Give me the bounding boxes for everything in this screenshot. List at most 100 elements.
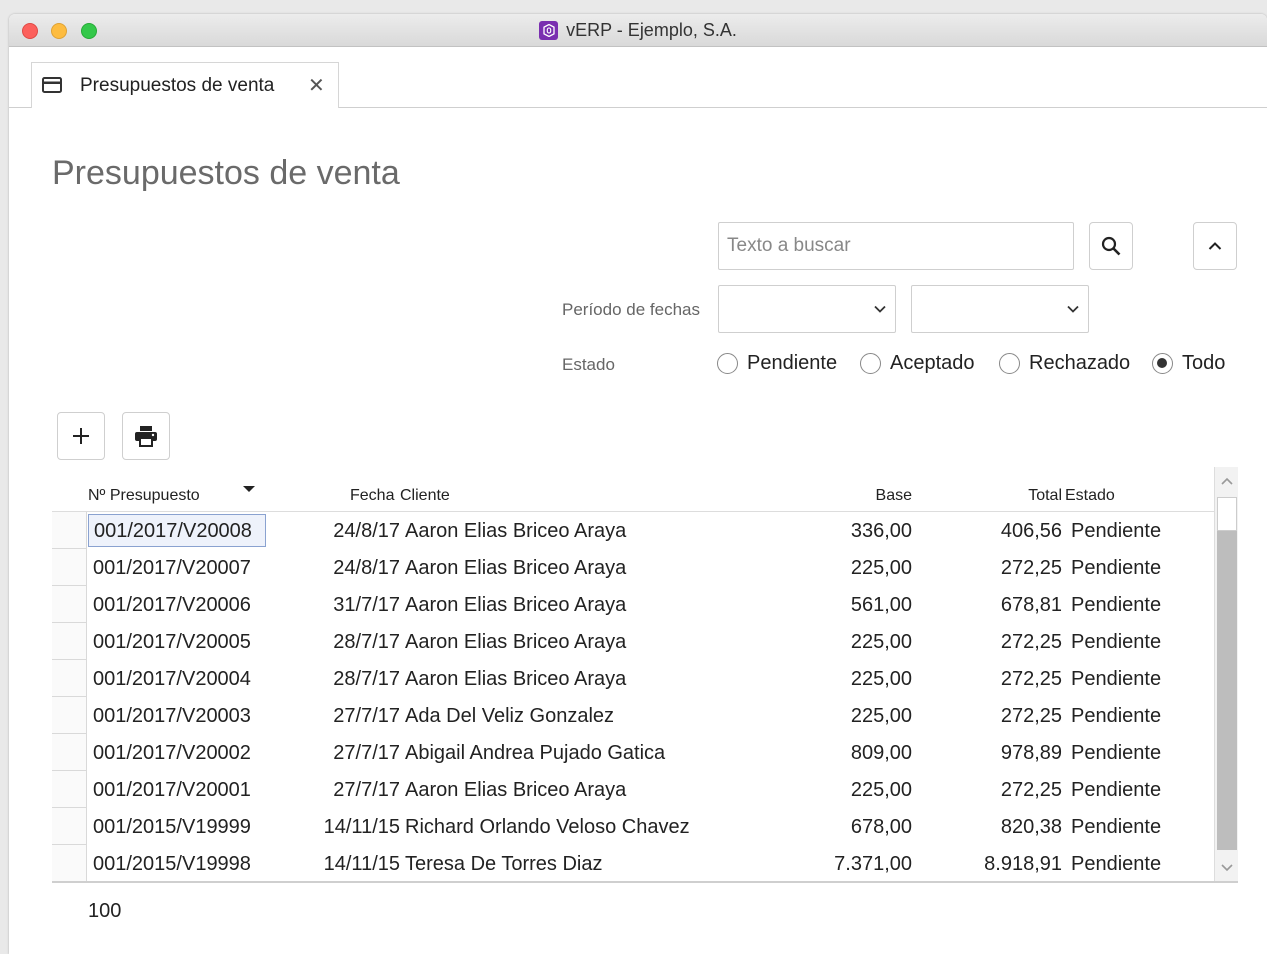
radio-aceptado[interactable]: Aceptado [860,352,975,375]
col-header-client[interactable]: Cliente [400,487,450,505]
radio-pendiente[interactable]: Pendiente [717,352,837,375]
cell-estado[interactable]: Pendiente [1071,631,1161,654]
tab-close-icon[interactable]: ✕ [308,73,325,98]
cell-num[interactable]: 001/2017/V20001 [93,779,251,802]
cell-base[interactable]: 225,00 [851,705,912,728]
cell-estado[interactable]: Pendiente [1071,668,1161,691]
cell-total[interactable]: 272,25 [1001,705,1062,728]
scroll-track[interactable] [1217,497,1237,850]
cell-estado[interactable]: Pendiente [1071,853,1161,876]
tab-presupuestos[interactable]: Presupuestos de venta ✕ [31,62,339,108]
col-header-estado[interactable]: Estado [1065,487,1115,505]
cell-estado[interactable]: Pendiente [1071,520,1161,543]
cell-num[interactable]: 001/2017/V20004 [93,668,251,691]
search-input[interactable] [718,222,1074,270]
cell-estado[interactable]: Pendiente [1071,705,1161,728]
table-row[interactable]: 001/2015/V19999 14/11/15 Richard Orlando V… [52,808,1214,845]
cell-total[interactable]: 406,56 [1001,520,1062,543]
cell-base[interactable]: 225,00 [851,557,912,580]
cell-client[interactable]: Richard Orlando Veloso Chavez [405,816,690,839]
col-header-total[interactable]: Total [1028,487,1062,505]
cell-num[interactable]: 001/2017/V20003 [93,705,251,728]
radio-circle[interactable] [999,353,1020,374]
row-header[interactable] [52,660,87,697]
table-row[interactable]: 001/2017/V20001 27/7/17 Aaron Elias Briceo… [52,771,1214,808]
cell-total[interactable]: 272,25 [1001,631,1062,654]
cell-num[interactable]: 001/2017/V20006 [93,594,251,617]
cell-date[interactable]: 28/7/17 [333,631,400,654]
cell-base[interactable]: 225,00 [851,668,912,691]
table-row[interactable]: 001/2017/V20004 28/7/17 Aaron Elias Briceo… [52,660,1214,697]
cell-date[interactable]: 27/7/17 [333,779,400,802]
cell-base[interactable]: 809,00 [851,742,912,765]
cell-estado[interactable]: Pendiente [1071,742,1161,765]
cell-total[interactable]: 272,25 [1001,557,1062,580]
cell-date[interactable]: 31/7/17 [333,594,400,617]
cell-date[interactable]: 14/11/15 [324,816,400,839]
radio-rechazado[interactable]: Rechazado [999,352,1130,375]
search-button[interactable] [1089,222,1133,270]
row-header[interactable] [52,734,87,771]
row-header[interactable] [52,808,87,845]
cell-base[interactable]: 225,00 [851,779,912,802]
row-header[interactable] [52,586,87,623]
scroll-down-button[interactable] [1215,854,1239,882]
print-button[interactable] [122,412,170,460]
cell-estado[interactable]: Pendiente [1071,779,1161,802]
scroll-up-button[interactable] [1215,467,1239,495]
cell-client[interactable]: Teresa De Torres Diaz [405,853,602,876]
cell-base[interactable]: 225,00 [851,631,912,654]
table-row[interactable]: 001/2017/V20007 24/8/17 Aaron Elias Briceo… [52,549,1214,586]
cell-num[interactable]: 001/2015/V19999 [93,816,251,839]
cell-estado[interactable]: Pendiente [1071,557,1161,580]
cell-date[interactable]: 27/7/17 [333,705,400,728]
cell-date[interactable]: 14/11/15 [324,853,400,876]
cell-total[interactable]: 272,25 [1001,668,1062,691]
cell-client[interactable]: Aaron Elias Briceo Araya [405,520,626,543]
cell-date[interactable]: 24/8/17 [333,520,400,543]
date-from-select[interactable] [718,285,896,333]
table-row[interactable]: 001/2017/V20008 24/8/17 Aaron Elias Briceo… [52,512,1214,549]
cell-num[interactable]: 001/2017/V20002 [93,742,251,765]
row-header[interactable] [52,771,87,808]
cell-client[interactable]: Aaron Elias Briceo Araya [405,631,626,654]
cell-total[interactable]: 8.918,91 [984,853,1062,876]
cell-client[interactable]: Abigail Andrea Pujado Gatica [405,742,665,765]
row-header[interactable] [52,623,87,660]
table-row[interactable]: 001/2015/V19998 14/11/15 Teresa De Torres … [52,845,1214,882]
radio-circle[interactable] [717,353,738,374]
col-header-num[interactable]: Nº Presupuesto [88,487,200,505]
cell-num[interactable]: 001/2017/V20005 [93,631,251,654]
cell-estado[interactable]: Pendiente [1071,594,1161,617]
date-to-select[interactable] [911,285,1089,333]
collapse-filters-button[interactable] [1193,222,1237,270]
cell-total[interactable]: 678,81 [1001,594,1062,617]
cell-num[interactable]: 001/2015/V19998 [93,853,251,876]
row-header[interactable] [52,512,87,549]
cell-client[interactable]: Ada Del Veliz Gonzalez [405,705,614,728]
cell-base[interactable]: 7.371,00 [834,853,912,876]
cell-total[interactable]: 820,38 [1001,816,1062,839]
radio-todo[interactable]: Todo [1152,352,1225,375]
cell-base[interactable]: 561,00 [851,594,912,617]
row-header[interactable] [52,697,87,734]
col-header-base[interactable]: Base [876,487,912,505]
col-header-date[interactable]: Fecha [350,487,394,505]
cell-base[interactable]: 336,00 [851,520,912,543]
cell-client[interactable]: Aaron Elias Briceo Araya [405,779,626,802]
add-button[interactable] [57,412,105,460]
cell-num[interactable]: 001/2017/V20007 [93,557,251,580]
cell-num[interactable]: 001/2017/V20008 [88,514,266,547]
cell-date[interactable]: 28/7/17 [333,668,400,691]
radio-circle-selected[interactable] [1152,353,1173,374]
table-row[interactable]: 001/2017/V20002 27/7/17 Abigail Andrea Puj… [52,734,1214,771]
cell-estado[interactable]: Pendiente [1071,816,1161,839]
row-header[interactable] [52,845,87,882]
table-row[interactable]: 001/2017/V20006 31/7/17 Aaron Elias Briceo… [52,586,1214,623]
cell-date[interactable]: 24/8/17 [333,557,400,580]
cell-client[interactable]: Aaron Elias Briceo Araya [405,668,626,691]
table-row[interactable]: 001/2017/V20003 27/7/17 Ada Del Veliz Gonz… [52,697,1214,734]
cell-client[interactable]: Aaron Elias Briceo Araya [405,594,626,617]
row-header[interactable] [52,549,87,586]
scroll-thumb[interactable] [1217,497,1237,531]
